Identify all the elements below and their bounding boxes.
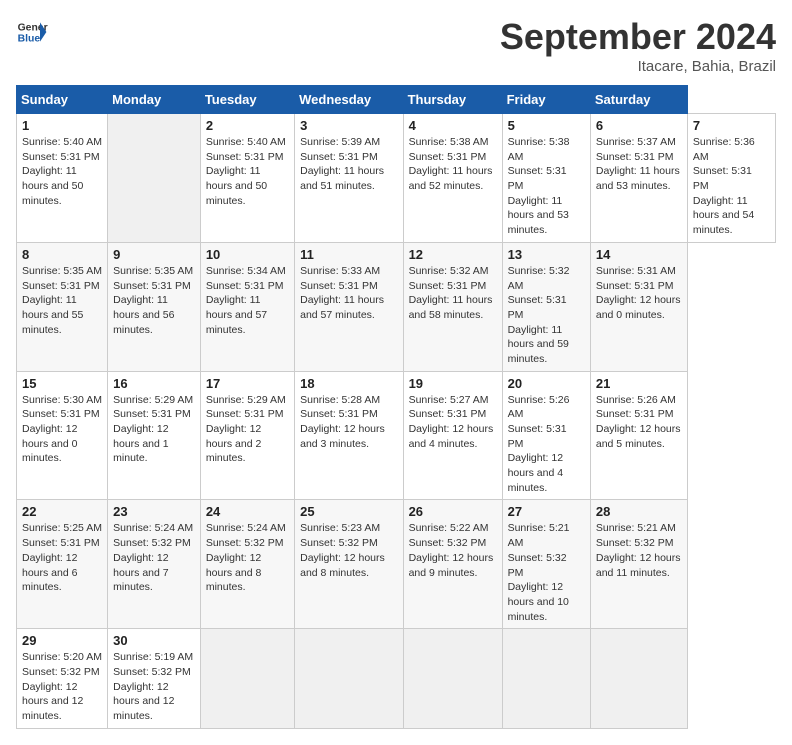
logo: General Blue [16,16,48,48]
table-row: 8 Sunrise: 5:35 AM Sunset: 5:31 PM Dayli… [17,242,108,371]
empty-cell [200,629,294,728]
table-row: 2 Sunrise: 5:40 AM Sunset: 5:31 PM Dayli… [200,114,294,243]
month-title: September 2024 [500,16,776,58]
table-row: 10 Sunrise: 5:34 AM Sunset: 5:31 PM Dayl… [200,242,294,371]
table-row: 18 Sunrise: 5:28 AM Sunset: 5:31 PM Dayl… [295,371,403,500]
table-row: 26 Sunrise: 5:22 AM Sunset: 5:32 PM Dayl… [403,500,502,629]
table-row: 19 Sunrise: 5:27 AM Sunset: 5:31 PM Dayl… [403,371,502,500]
table-row: 27 Sunrise: 5:21 AM Sunset: 5:32 PM Dayl… [502,500,590,629]
table-row: 17 Sunrise: 5:29 AM Sunset: 5:31 PM Dayl… [200,371,294,500]
table-row: 14 Sunrise: 5:31 AM Sunset: 5:31 PM Dayl… [590,242,687,371]
table-row: 11 Sunrise: 5:33 AM Sunset: 5:31 PM Dayl… [295,242,403,371]
table-row: 4 Sunrise: 5:38 AM Sunset: 5:31 PM Dayli… [403,114,502,243]
subtitle: Itacare, Bahia, Brazil [500,58,776,75]
week-row: 29 Sunrise: 5:20 AM Sunset: 5:32 PM Dayl… [17,629,776,728]
col-tuesday: Tuesday [200,86,294,114]
week-row: 15 Sunrise: 5:30 AM Sunset: 5:31 PM Dayl… [17,371,776,500]
table-row: 29 Sunrise: 5:20 AM Sunset: 5:32 PM Dayl… [17,629,108,728]
col-sunday: Sunday [17,86,108,114]
table-row: 9 Sunrise: 5:35 AM Sunset: 5:31 PM Dayli… [108,242,201,371]
col-thursday: Thursday [403,86,502,114]
table-row: 13 Sunrise: 5:32 AM Sunset: 5:31 PM Dayl… [502,242,590,371]
calendar-table: Sunday Monday Tuesday Wednesday Thursday… [16,85,776,729]
table-row: 12 Sunrise: 5:32 AM Sunset: 5:31 PM Dayl… [403,242,502,371]
table-row: 21 Sunrise: 5:26 AM Sunset: 5:31 PM Dayl… [590,371,687,500]
empty-cell [403,629,502,728]
title-area: September 2024 Itacare, Bahia, Brazil [500,16,776,75]
week-row: 22 Sunrise: 5:25 AM Sunset: 5:31 PM Dayl… [17,500,776,629]
table-row: 3 Sunrise: 5:39 AM Sunset: 5:31 PM Dayli… [295,114,403,243]
week-row: 8 Sunrise: 5:35 AM Sunset: 5:31 PM Dayli… [17,242,776,371]
week-row: 1 Sunrise: 5:40 AM Sunset: 5:31 PM Dayli… [17,114,776,243]
table-row: 5 Sunrise: 5:38 AM Sunset: 5:31 PM Dayli… [502,114,590,243]
col-wednesday: Wednesday [295,86,403,114]
table-row: 25 Sunrise: 5:23 AM Sunset: 5:32 PM Dayl… [295,500,403,629]
col-saturday: Saturday [590,86,687,114]
header-row: Sunday Monday Tuesday Wednesday Thursday… [17,86,776,114]
header: General Blue September 2024 Itacare, Bah… [16,16,776,75]
table-row: 23 Sunrise: 5:24 AM Sunset: 5:32 PM Dayl… [108,500,201,629]
empty-cell [502,629,590,728]
table-row: 24 Sunrise: 5:24 AM Sunset: 5:32 PM Dayl… [200,500,294,629]
table-row: 16 Sunrise: 5:29 AM Sunset: 5:31 PM Dayl… [108,371,201,500]
svg-text:Blue: Blue [18,34,41,45]
empty-cell [108,114,201,243]
table-row: 1 Sunrise: 5:40 AM Sunset: 5:31 PM Dayli… [17,114,108,243]
logo-icon: General Blue [16,16,48,48]
col-monday: Monday [108,86,201,114]
table-row: 7 Sunrise: 5:36 AM Sunset: 5:31 PM Dayli… [687,114,775,243]
table-row: 30 Sunrise: 5:19 AM Sunset: 5:32 PM Dayl… [108,629,201,728]
table-row: 22 Sunrise: 5:25 AM Sunset: 5:31 PM Dayl… [17,500,108,629]
table-row: 20 Sunrise: 5:26 AM Sunset: 5:31 PM Dayl… [502,371,590,500]
table-row: 6 Sunrise: 5:37 AM Sunset: 5:31 PM Dayli… [590,114,687,243]
table-row: 15 Sunrise: 5:30 AM Sunset: 5:31 PM Dayl… [17,371,108,500]
col-friday: Friday [502,86,590,114]
empty-cell [590,629,687,728]
empty-cell [295,629,403,728]
table-row: 28 Sunrise: 5:21 AM Sunset: 5:32 PM Dayl… [590,500,687,629]
